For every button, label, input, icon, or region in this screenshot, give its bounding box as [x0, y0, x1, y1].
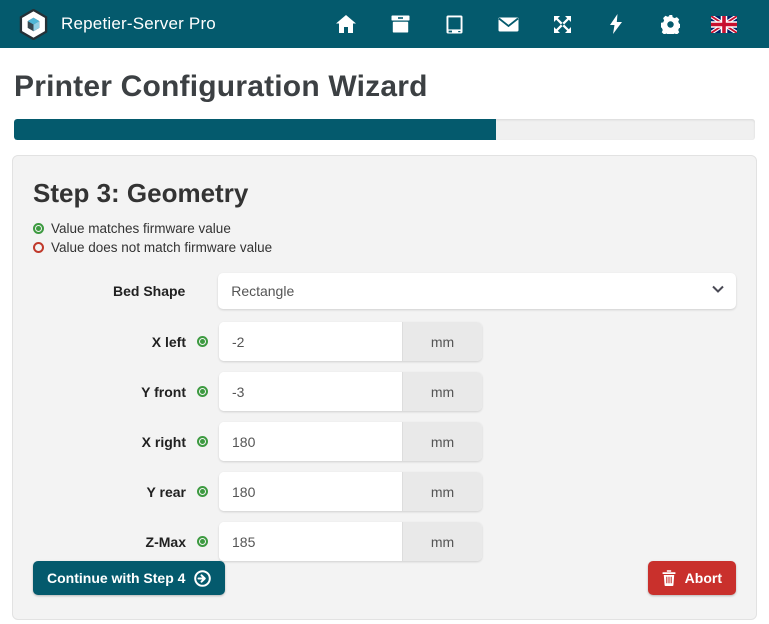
x-right-unit: mm [402, 422, 482, 461]
legend-mismatch-label: Value does not match firmware value [51, 240, 272, 255]
y-rear-input[interactable] [219, 472, 402, 511]
printer-box-icon[interactable] [373, 15, 427, 33]
y-rear-label: Y rear [33, 484, 186, 500]
home-icon[interactable] [319, 15, 373, 33]
page-title: Printer Configuration Wizard [14, 70, 755, 104]
repetier-logo-icon [18, 9, 49, 40]
mail-icon[interactable] [481, 17, 535, 32]
match-icon [33, 223, 44, 234]
legend: Value matches firmware value Value does … [33, 219, 736, 257]
x-left-row: X left mm [33, 322, 736, 361]
x-right-row: X right mm [33, 422, 736, 461]
match-status-icon [197, 436, 208, 447]
trash-icon [662, 570, 676, 586]
match-status-icon [197, 486, 208, 497]
panel-actions: Continue with Step 4 Abort [33, 561, 736, 595]
bed-shape-select[interactable]: Rectangle [218, 273, 736, 309]
brand[interactable]: Repetier-Server Pro [18, 9, 216, 40]
x-left-label: X left [33, 334, 186, 350]
match-status-icon [197, 536, 208, 547]
abort-button[interactable]: Abort [648, 561, 736, 595]
z-max-input[interactable] [219, 522, 402, 561]
x-right-input[interactable] [219, 422, 402, 461]
wizard-progress-bar [14, 119, 755, 140]
progress-fill [14, 119, 496, 140]
legend-match-label: Value matches firmware value [51, 221, 231, 236]
y-front-input[interactable] [219, 372, 402, 411]
z-max-label: Z-Max [33, 534, 186, 550]
bed-shape-label: Bed Shape [33, 283, 185, 299]
abort-button-label: Abort [685, 570, 722, 586]
arrow-circle-right-icon [194, 570, 211, 587]
settings-gear-icon[interactable] [643, 15, 697, 34]
continue-button[interactable]: Continue with Step 4 [33, 561, 225, 595]
mismatch-icon [33, 242, 44, 253]
language-flag-uk-icon[interactable] [697, 16, 751, 33]
legend-match: Value matches firmware value [33, 219, 736, 238]
match-status-icon [197, 386, 208, 397]
nav-icons [319, 14, 751, 34]
y-rear-row: Y rear mm [33, 472, 736, 511]
z-max-row: Z-Max mm [33, 522, 736, 561]
match-status-icon [197, 336, 208, 347]
x-right-label: X right [33, 434, 186, 450]
tablet-icon[interactable] [427, 15, 481, 34]
y-front-row: Y front mm [33, 372, 736, 411]
y-front-unit: mm [402, 372, 482, 411]
app-title: Repetier-Server Pro [61, 14, 216, 34]
x-left-input[interactable] [219, 322, 402, 361]
legend-mismatch: Value does not match firmware value [33, 238, 736, 257]
bed-shape-row: Bed Shape Rectangle [33, 273, 736, 309]
expand-arrows-icon[interactable] [535, 15, 589, 34]
y-front-label: Y front [33, 384, 186, 400]
z-max-unit: mm [402, 522, 482, 561]
geometry-form: Bed Shape Rectangle X left mm Y front [33, 273, 736, 561]
x-left-unit: mm [402, 322, 482, 361]
y-rear-unit: mm [402, 472, 482, 511]
top-navbar: Repetier-Server Pro [0, 0, 769, 48]
continue-button-label: Continue with Step 4 [47, 570, 185, 586]
page-content: Printer Configuration Wizard [0, 70, 769, 140]
step-title: Step 3: Geometry [33, 178, 736, 209]
power-bolt-icon[interactable] [589, 14, 643, 34]
wizard-panel: Step 3: Geometry Value matches firmware … [12, 155, 757, 620]
